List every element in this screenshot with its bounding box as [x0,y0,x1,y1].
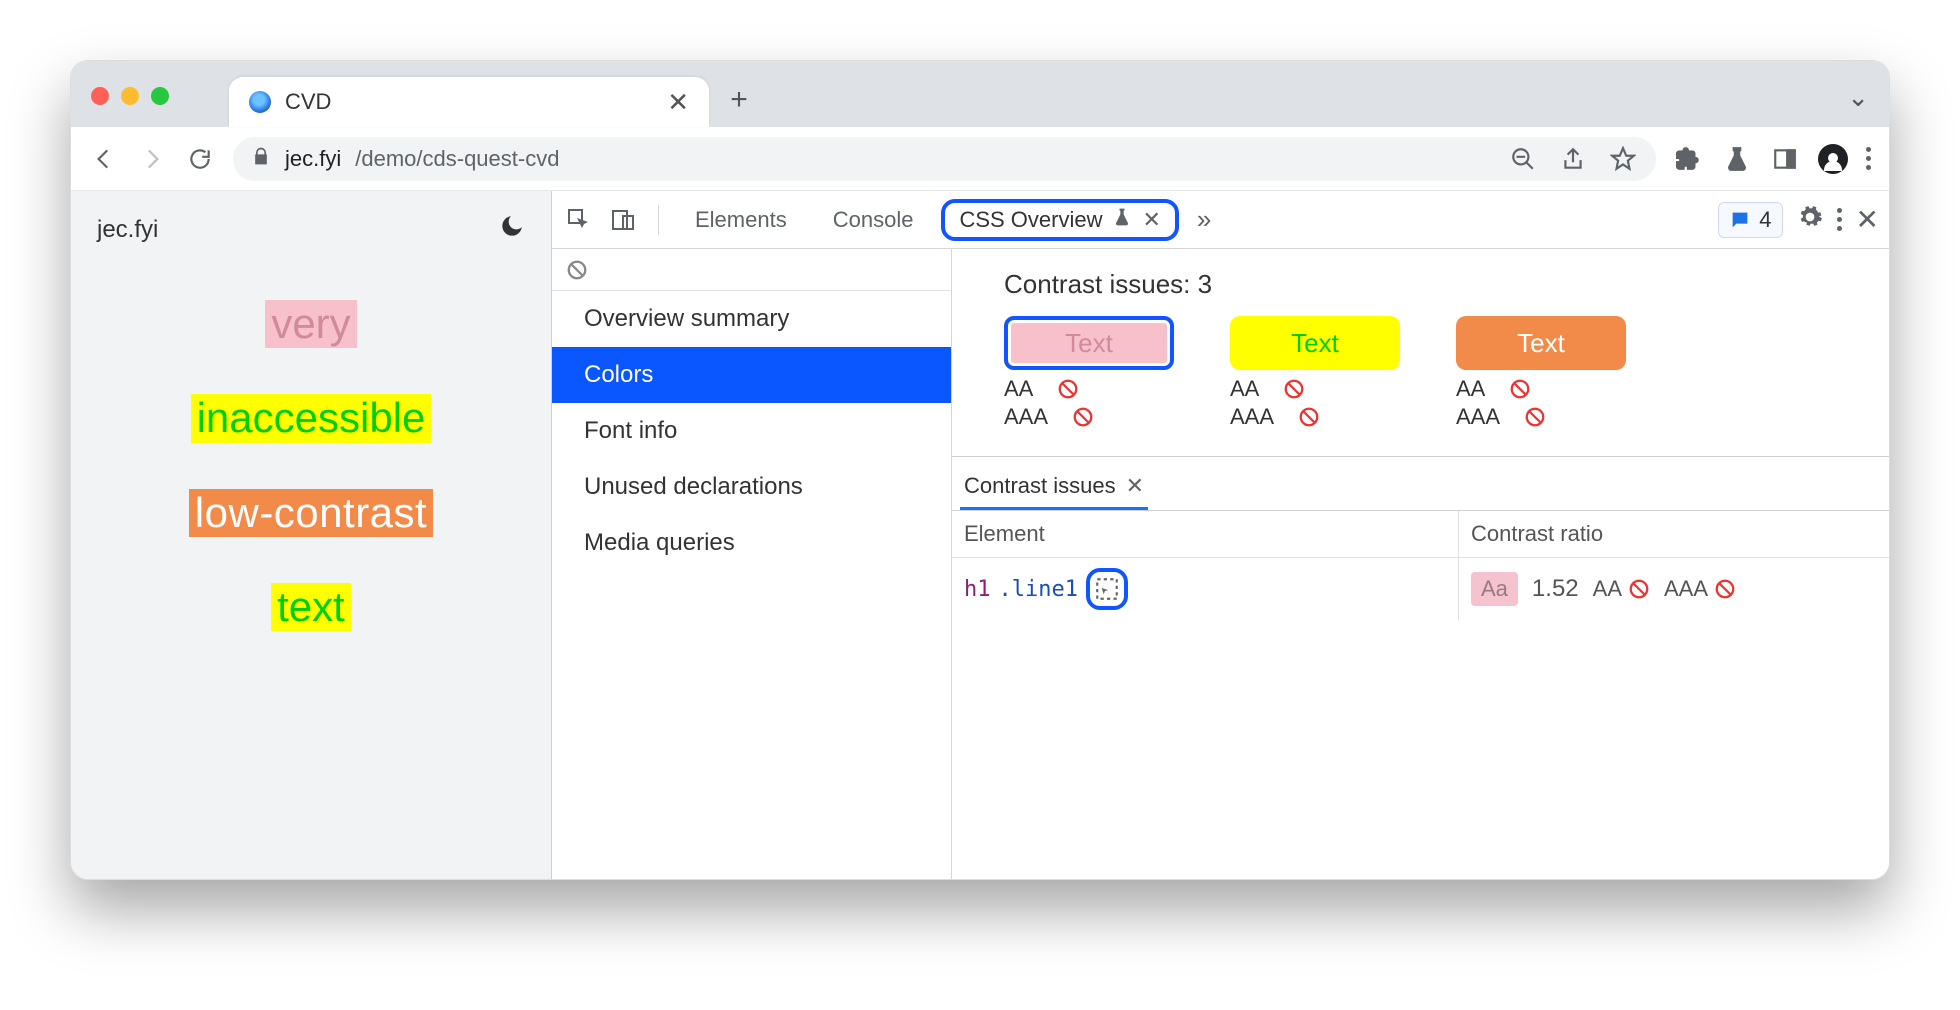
devtools-panel: Elements Console CSS Overview ✕ » 4 ✕ [551,191,1889,879]
device-toolbar-icon[interactable] [606,203,640,237]
labs-icon[interactable] [1722,144,1752,174]
col-element: Element [952,511,1459,557]
close-tab-button[interactable]: ✕ [667,87,689,118]
more-tabs-button[interactable]: » [1189,204,1219,235]
minimize-window-button[interactable] [121,87,139,105]
aa-label: AA [1004,376,1033,402]
maximize-window-button[interactable] [151,87,169,105]
side-panel-icon[interactable] [1770,144,1800,174]
close-tab-icon[interactable]: ✕ [1142,207,1160,233]
nav-font-info[interactable]: Font info [552,403,951,459]
sample-text: text [271,583,351,631]
fail-icon [1283,378,1305,400]
site-label: jec.fyi [97,216,158,244]
fail-icon [1298,406,1320,428]
fail-icon [1714,578,1736,600]
new-tab-button[interactable]: + [719,83,759,117]
nav-unused-declarations[interactable]: Unused declarations [552,459,951,515]
contrast-issues-heading: Contrast issues: 3 [952,249,1889,316]
contrast-ratio-value: 1.52 [1532,575,1579,603]
inspect-element-icon[interactable] [562,203,596,237]
fail-icon [1628,578,1650,600]
close-devtools-button[interactable]: ✕ [1856,203,1879,236]
extensions-icon[interactable] [1674,144,1704,174]
swatch-preview: Text [1230,316,1400,370]
browser-window: CVD ✕ + ⌄ jec.fyi/demo/cds-quest-cvd [70,60,1890,880]
sample-inaccessible: inaccessible [191,394,432,442]
aaa-label: AAA [1456,404,1500,430]
separator [658,205,659,235]
tab-title: CVD [285,89,653,115]
contrast-swatch-3[interactable]: Text AA AAA [1456,316,1626,430]
contrast-swatch-1[interactable]: Text AA AAA [1004,316,1174,430]
favicon-icon [249,91,271,113]
back-button[interactable] [89,144,119,174]
aa-label: AA [1456,376,1485,402]
url-path: /demo/cds-quest-cvd [355,146,559,172]
sample-very: very [265,300,356,348]
issues-indicator[interactable]: 4 [1718,202,1782,238]
lock-icon [251,146,271,172]
rendered-page: jec.fyi very inaccessible low-contrast t… [71,191,551,879]
element-tag: h1 [964,577,991,602]
css-overview-main: Contrast issues: 3 Text AA AAA Text [952,249,1889,879]
bookmark-star-icon[interactable] [1608,144,1638,174]
scroll-into-view-icon[interactable] [1086,568,1128,610]
share-icon[interactable] [1558,144,1588,174]
sample-low-contrast: low-contrast [189,489,433,537]
nav-colors[interactable]: Colors [552,347,951,403]
contrast-swatches: Text AA AAA Text AA AAA [952,316,1889,456]
clear-overview-button[interactable] [552,249,951,291]
css-overview-sidebar: Overview summary Colors Font info Unused… [552,249,952,879]
tab-css-overview-label: CSS Overview [959,207,1102,233]
tab-css-overview[interactable]: CSS Overview ✕ [941,199,1178,241]
url-domain: jec.fyi [285,146,341,172]
forward-button[interactable] [137,144,167,174]
swatch-preview: Text [1456,316,1626,370]
fail-icon [1057,378,1079,400]
browser-tab[interactable]: CVD ✕ [229,77,709,127]
zoom-icon[interactable] [1508,144,1538,174]
aaa-label: AAA [1230,404,1274,430]
aa-label: AA [1230,376,1259,402]
tab-elements[interactable]: Elements [677,201,805,239]
table-row[interactable]: h1 .line1 Aa 1.52 AA AAA [952,558,1889,620]
contrast-issues-panel: Contrast issues ✕ Element Contrast ratio… [952,456,1889,620]
contrast-issues-tab[interactable]: Contrast issues ✕ [960,465,1148,510]
contrast-issues-tab-label: Contrast issues [964,473,1116,499]
experiment-icon [1112,207,1132,233]
tabs-menu-button[interactable]: ⌄ [1847,82,1869,113]
tab-strip: CVD ✕ + ⌄ [71,61,1889,127]
devtools-tabbar: Elements Console CSS Overview ✕ » 4 ✕ [552,191,1889,249]
contrast-swatch-2[interactable]: Text AA AAA [1230,316,1400,430]
element-class: .line1 [999,577,1078,602]
reload-button[interactable] [185,144,215,174]
devtools-menu-button[interactable] [1837,208,1842,231]
col-ratio: Contrast ratio [1459,511,1889,557]
profile-avatar[interactable] [1818,144,1848,174]
swatch-preview: Text [1004,316,1174,370]
theme-toggle-icon[interactable] [499,213,525,246]
table-header: Element Contrast ratio [952,511,1889,558]
aaa-label: AAA [1004,404,1048,430]
aa-label: AA [1593,576,1622,602]
fail-icon [1509,378,1531,400]
nav-overview-summary[interactable]: Overview summary [552,291,951,347]
window-controls [91,87,169,105]
close-panel-icon[interactable]: ✕ [1126,473,1144,499]
aaa-label: AAA [1664,576,1708,602]
browser-menu-button[interactable] [1866,147,1871,170]
issues-count: 4 [1759,207,1771,233]
close-window-button[interactable] [91,87,109,105]
address-bar[interactable]: jec.fyi/demo/cds-quest-cvd [233,137,1656,181]
settings-icon[interactable] [1797,204,1823,236]
fail-icon [1524,406,1546,428]
toolbar: jec.fyi/demo/cds-quest-cvd [71,127,1889,191]
contrast-chip: Aa [1471,572,1518,606]
content-area: jec.fyi very inaccessible low-contrast t… [71,191,1889,879]
nav-media-queries[interactable]: Media queries [552,515,951,571]
fail-icon [1072,406,1094,428]
tab-console[interactable]: Console [815,201,932,239]
